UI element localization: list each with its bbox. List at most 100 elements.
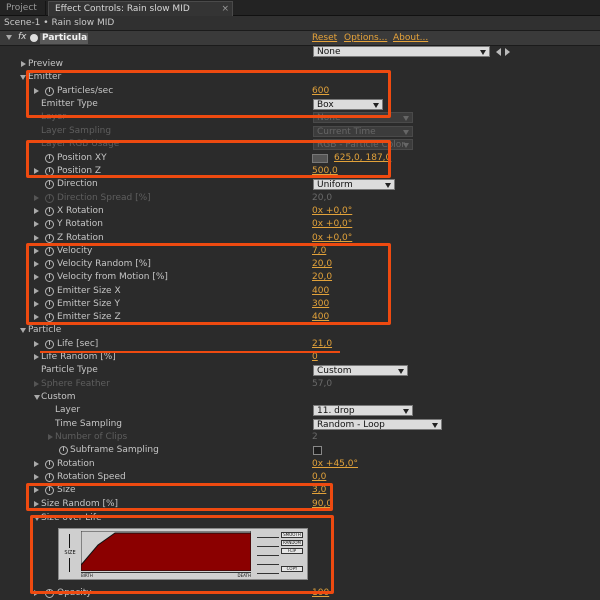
tab-project[interactable]: Project bbox=[0, 1, 46, 16]
x-rotation-value[interactable]: 0x +0,0° bbox=[312, 205, 352, 218]
stopwatch-icon[interactable] bbox=[45, 247, 54, 256]
position-z-value[interactable]: 500,0 bbox=[312, 165, 338, 178]
custom-layer-dropdown[interactable]: 11. drop bbox=[313, 405, 413, 416]
stopwatch-icon[interactable] bbox=[45, 87, 54, 96]
stopwatch-icon[interactable] bbox=[45, 154, 54, 163]
fx-toggle-icon[interactable]: fx bbox=[18, 32, 27, 42]
stopwatch-icon[interactable] bbox=[45, 207, 54, 216]
expand-triangle-icon[interactable] bbox=[34, 208, 39, 214]
stopwatch-icon[interactable] bbox=[45, 340, 54, 349]
crosshair-icon[interactable] bbox=[312, 154, 328, 163]
flip-button[interactable]: FLIP bbox=[281, 548, 303, 554]
close-icon[interactable]: × bbox=[221, 2, 229, 16]
collapse-effect-triangle-icon[interactable] bbox=[6, 35, 12, 40]
stopwatch-icon[interactable] bbox=[45, 273, 54, 282]
expand-triangle-icon[interactable] bbox=[34, 341, 39, 347]
expand-triangle-icon[interactable] bbox=[21, 61, 26, 67]
expand-triangle-icon[interactable] bbox=[34, 274, 39, 280]
preset-shape-bell-icon[interactable] bbox=[257, 559, 279, 565]
emitter-size-x-value[interactable]: 400 bbox=[312, 285, 329, 298]
arrow-down-icon bbox=[69, 558, 70, 572]
rotation-value[interactable]: 0x +45,0° bbox=[312, 458, 358, 471]
y-rotation-value[interactable]: 0x +0,0° bbox=[312, 218, 352, 231]
custom-group[interactable]: Custom bbox=[0, 391, 600, 404]
position-xy-value[interactable]: 625,0, 187,0 bbox=[334, 152, 391, 165]
stopwatch-icon[interactable] bbox=[45, 313, 54, 322]
particle-type-dropdown[interactable]: Custom bbox=[313, 365, 408, 376]
expand-triangle-icon[interactable] bbox=[34, 235, 39, 241]
z-rotation-value[interactable]: 0x +0,0° bbox=[312, 232, 352, 245]
expand-triangle-icon[interactable] bbox=[34, 288, 39, 294]
expand-triangle-icon[interactable] bbox=[34, 461, 39, 467]
expand-triangle-icon[interactable] bbox=[34, 221, 39, 227]
particle-group[interactable]: Particle bbox=[0, 324, 600, 337]
size-over-life-graph[interactable]: SIZE BIRTH DEATH SMOOTH RANDOM FLIP COPY bbox=[58, 528, 308, 580]
emitter-group[interactable]: Emitter bbox=[0, 71, 600, 84]
stopwatch-icon[interactable] bbox=[45, 460, 54, 469]
stopwatch-icon[interactable] bbox=[45, 287, 54, 296]
collapse-triangle-icon[interactable] bbox=[20, 328, 26, 333]
collapse-triangle-icon[interactable] bbox=[20, 75, 26, 80]
emitter-size-x-label: Emitter Size X bbox=[57, 286, 121, 296]
expand-triangle-icon[interactable] bbox=[34, 474, 39, 480]
rotation-speed-value[interactable]: 0,0 bbox=[312, 471, 326, 484]
stopwatch-icon[interactable] bbox=[45, 234, 54, 243]
expand-triangle-icon[interactable] bbox=[34, 248, 39, 254]
prev-preset-icon[interactable] bbox=[496, 48, 501, 56]
random-button[interactable]: RANDOM bbox=[281, 540, 303, 546]
copy-button[interactable]: COPY bbox=[281, 566, 303, 572]
particles-sec-value[interactable]: 600 bbox=[312, 85, 329, 98]
time-sampling-dropdown[interactable]: Random - Loop bbox=[313, 419, 442, 430]
sphere-feather-row: Sphere Feather 57,0 bbox=[0, 378, 600, 391]
preset-shape-ramp-icon[interactable] bbox=[257, 541, 279, 547]
stopwatch-icon[interactable] bbox=[45, 473, 54, 482]
expand-triangle-icon[interactable] bbox=[34, 314, 39, 320]
emitter-size-z-value[interactable]: 400 bbox=[312, 311, 329, 324]
tab-effect-controls[interactable]: Effect Controls: Rain slow MID × bbox=[48, 1, 233, 16]
about-link[interactable]: About... bbox=[393, 33, 428, 43]
options-link[interactable]: Options... bbox=[344, 33, 387, 43]
opacity-value[interactable]: 100 bbox=[312, 587, 329, 600]
graph-plot[interactable] bbox=[81, 531, 251, 571]
preset-shape-flat-icon[interactable] bbox=[257, 532, 279, 538]
expand-triangle-icon[interactable] bbox=[34, 501, 39, 507]
stopwatch-icon[interactable] bbox=[45, 180, 54, 189]
stopwatch-icon[interactable] bbox=[45, 486, 54, 495]
expand-triangle-icon[interactable] bbox=[34, 261, 39, 267]
next-preset-icon[interactable] bbox=[505, 48, 510, 56]
particles-sec-row: Particles/sec 600 bbox=[0, 85, 600, 98]
reset-link[interactable]: Reset bbox=[312, 33, 337, 43]
velocity-from-motion-value[interactable]: 20,0 bbox=[312, 271, 332, 284]
velocity-random-value[interactable]: 20,0 bbox=[312, 258, 332, 271]
expand-triangle-icon[interactable] bbox=[34, 487, 39, 493]
subframe-sampling-checkbox[interactable] bbox=[313, 446, 322, 455]
preset-dropdown[interactable]: None bbox=[313, 46, 490, 57]
stopwatch-icon[interactable] bbox=[45, 260, 54, 269]
life-value[interactable]: 21,0 bbox=[312, 338, 332, 351]
preset-shape-fall-icon[interactable] bbox=[257, 550, 279, 556]
position-xy-row: Position XY 625,0, 187,0 bbox=[0, 152, 600, 165]
expand-triangle-icon[interactable] bbox=[34, 301, 39, 307]
stopwatch-icon[interactable] bbox=[45, 300, 54, 309]
emitter-type-dropdown[interactable]: Box bbox=[313, 99, 383, 110]
size-value[interactable]: 3,0 bbox=[312, 484, 326, 497]
size-over-life-group[interactable]: Size over Life bbox=[0, 512, 600, 525]
expand-triangle-icon[interactable] bbox=[34, 354, 39, 360]
tab-effect-controls-label: Effect Controls: Rain slow MID bbox=[55, 4, 190, 14]
preview-group[interactable]: Preview bbox=[0, 58, 600, 71]
collapse-triangle-icon[interactable] bbox=[34, 516, 40, 521]
expand-triangle-icon[interactable] bbox=[34, 168, 39, 174]
stopwatch-icon[interactable] bbox=[59, 446, 68, 455]
stopwatch-icon[interactable] bbox=[45, 589, 54, 598]
collapse-triangle-icon[interactable] bbox=[34, 395, 40, 400]
expand-triangle-icon[interactable] bbox=[34, 590, 39, 596]
preset-shape-wave-icon[interactable] bbox=[257, 568, 279, 574]
expand-triangle-icon[interactable] bbox=[34, 88, 39, 94]
stopwatch-icon[interactable] bbox=[45, 167, 54, 176]
velocity-value[interactable]: 7,0 bbox=[312, 245, 326, 258]
emitter-size-y-value[interactable]: 300 bbox=[312, 298, 329, 311]
smooth-button[interactable]: SMOOTH bbox=[281, 532, 303, 538]
size-random-value[interactable]: 90,0 bbox=[312, 498, 332, 511]
direction-dropdown[interactable]: Uniform bbox=[313, 179, 395, 190]
stopwatch-icon[interactable] bbox=[45, 220, 54, 229]
